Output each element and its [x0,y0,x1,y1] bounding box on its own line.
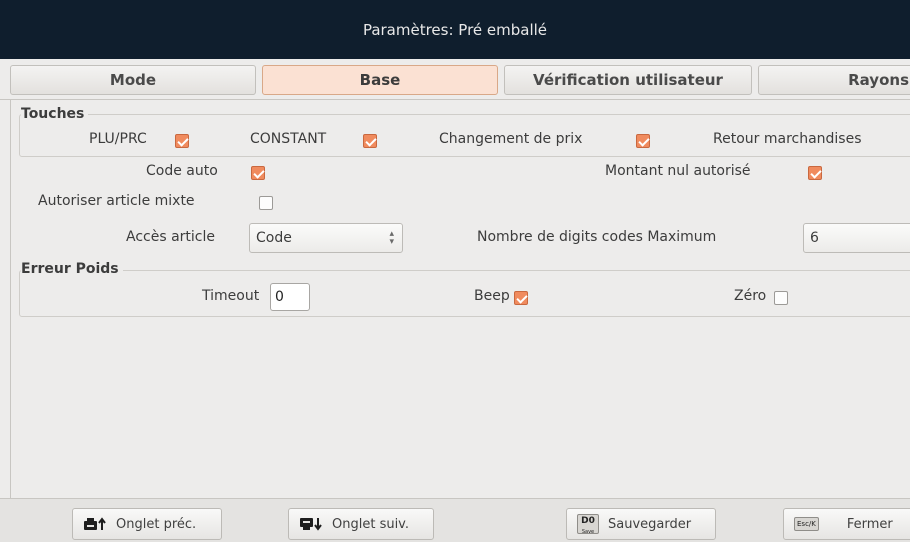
previous-tab-label: Onglet préc. [116,516,197,532]
acces-article-label: Accès article [126,229,215,245]
timeout-input[interactable]: 0 [270,283,310,311]
constant-checkbox[interactable] [363,134,377,148]
nombre-digits-value: 6 [810,230,819,246]
window-title: Paramètres: Pré emballé [362,20,548,39]
code-auto-label: Code auto [146,163,218,179]
save-key-sublabel: Save [581,529,595,535]
code-auto-checkbox[interactable] [251,166,265,180]
acces-article-value: Code [256,230,292,246]
close-button[interactable]: Esc/K Fermer [783,508,910,540]
erreur-poids-group-title: Erreur Poids [21,261,123,277]
spin-arrows-icon: ▴ ▾ [389,229,394,247]
article-mixte-checkbox[interactable] [259,196,273,210]
close-label: Fermer [846,516,893,532]
previous-tab-button[interactable]: Onglet préc. [72,508,222,540]
save-key-icon: D0 Save [577,514,599,535]
next-tab-button[interactable]: Onglet suiv. [288,508,434,540]
nombre-digits-label: Nombre de digits codes Maximum [477,229,717,245]
beep-label: Beep [474,288,510,304]
timeout-label: Timeout [202,288,260,304]
escape-key-icon: Esc/K [794,517,819,531]
acces-article-select[interactable]: Code ▴ ▾ [249,223,403,253]
touches-group-title: Touches [21,106,89,122]
timeout-value: 0 [275,289,284,305]
nombre-digits-select[interactable]: 6 ▴▾ [803,223,910,253]
zero-label: Zéro [734,288,767,304]
save-button[interactable]: D0 Save Sauvegarder [566,508,716,540]
escape-key-label: Esc/K [794,517,819,531]
printer-up-icon [83,516,107,532]
changement-prix-checkbox[interactable] [636,134,650,148]
action-bar: Onglet préc. Onglet suiv. D0 Save Sauveg… [0,498,910,542]
save-key-label: D0 [581,516,595,526]
next-tab-label: Onglet suiv. [332,516,410,532]
montant-nul-label: Montant nul autorisé [605,163,751,179]
changement-prix-label: Changement de prix [439,131,583,147]
montant-nul-checkbox[interactable] [808,166,822,180]
constant-label: CONSTANT [250,131,327,147]
base-settings-pane: Touches PLU/PRC CONSTANT Changement de p… [10,100,910,498]
tab-base[interactable]: Base [262,65,498,95]
article-mixte-label: Autoriser article mixte [38,193,195,209]
plu-prc-label: PLU/PRC [89,131,147,147]
tab-verification-utilisateur[interactable]: Vérification utilisateur [504,65,752,95]
tab-mode[interactable]: Mode [10,65,256,95]
tab-rayons[interactable]: Rayons [758,65,910,95]
save-label: Sauvegarder [608,516,692,532]
tab-bar: Mode Base Vérification utilisateur Rayon… [0,59,910,100]
beep-checkbox[interactable] [514,291,528,305]
window-titlebar: Paramètres: Pré emballé [0,0,910,59]
plu-prc-checkbox[interactable] [175,134,189,148]
printer-down-icon [299,516,323,532]
zero-checkbox[interactable] [774,291,788,305]
retour-marchandises-label: Retour marchandises [713,131,862,147]
